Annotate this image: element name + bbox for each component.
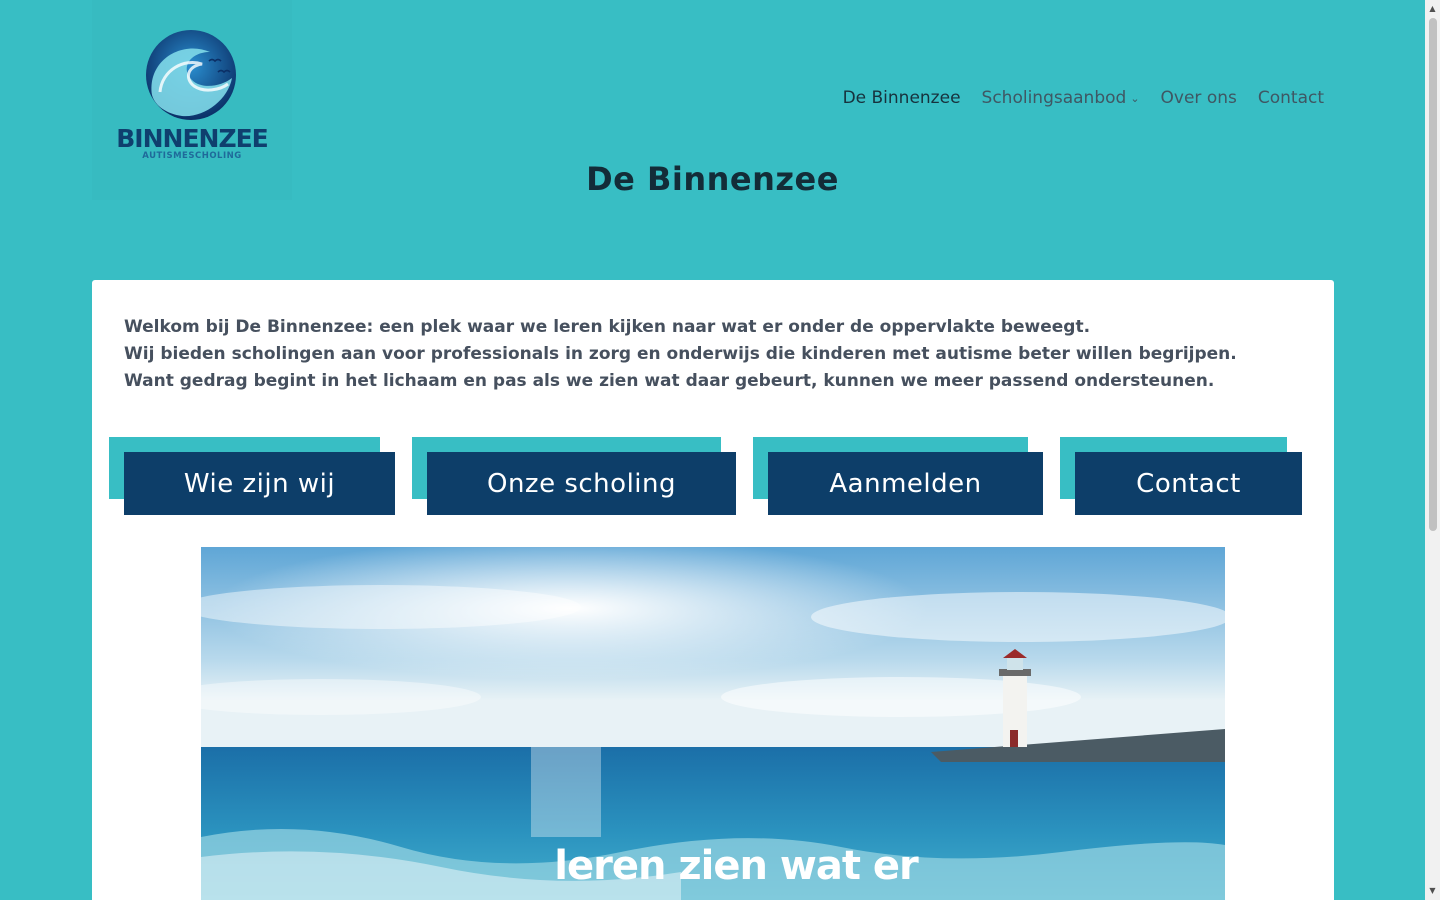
intro-text: Welkom bij De Binnenzee: een plek waar w… [124, 314, 1304, 395]
nav-item-contact[interactable]: Contact [1258, 88, 1324, 108]
nav-item-scholingsaanbod[interactable]: Scholingsaanbod ⌄ [982, 88, 1140, 108]
content-card: Welkom bij De Binnenzee: een plek waar w… [92, 280, 1334, 900]
intro-line-3: Want gedrag begint in het lichaam en pas… [124, 371, 1215, 391]
our-training-button[interactable]: Onze scholing [427, 452, 736, 515]
nav-item-label: Scholingsaanbod [981, 88, 1127, 108]
logo-name: BINNENZEE [116, 124, 269, 153]
who-button-wrap: Wie zijn wij [109, 437, 395, 515]
scroll-down-icon[interactable]: ▼ [1425, 886, 1440, 895]
chevron-down-icon: ⌄ [1130, 91, 1140, 105]
scrollbar-thumb[interactable] [1429, 18, 1437, 531]
intro-line-1: Welkom bij De Binnenzee: een plek waar w… [124, 317, 1091, 337]
nav-item-de-binnenzee[interactable]: De Binnenzee [843, 88, 961, 108]
main-nav: De Binnenzee Scholingsaanbod ⌄ Over ons … [822, 88, 1324, 108]
intro-line-2: Wij bieden scholingen aan voor professio… [124, 344, 1237, 364]
nav-item-over-ons[interactable]: Over ons [1161, 88, 1237, 108]
hero-image: leren zien wat er [201, 547, 1225, 900]
page-title: De Binnenzee [586, 160, 839, 198]
nav-item-label: Contact [1257, 88, 1324, 108]
register-button-wrap: Aanmelden [753, 437, 1043, 515]
training-button-wrap: Onze scholing [412, 437, 736, 515]
hero-caption: leren zien wat er [554, 843, 918, 889]
scroll-up-icon[interactable]: ▲ [1425, 4, 1440, 13]
contact-button[interactable]: Contact [1075, 452, 1302, 515]
nav-item-label: Over ons [1160, 88, 1237, 108]
page-scrollbar[interactable]: ▲ ▼ [1425, 0, 1440, 900]
register-button[interactable]: Aanmelden [768, 452, 1043, 515]
who-are-we-button[interactable]: Wie zijn wij [124, 452, 395, 515]
nav-item-label: De Binnenzee [842, 88, 961, 108]
contact-button-wrap: Contact [1060, 437, 1302, 515]
